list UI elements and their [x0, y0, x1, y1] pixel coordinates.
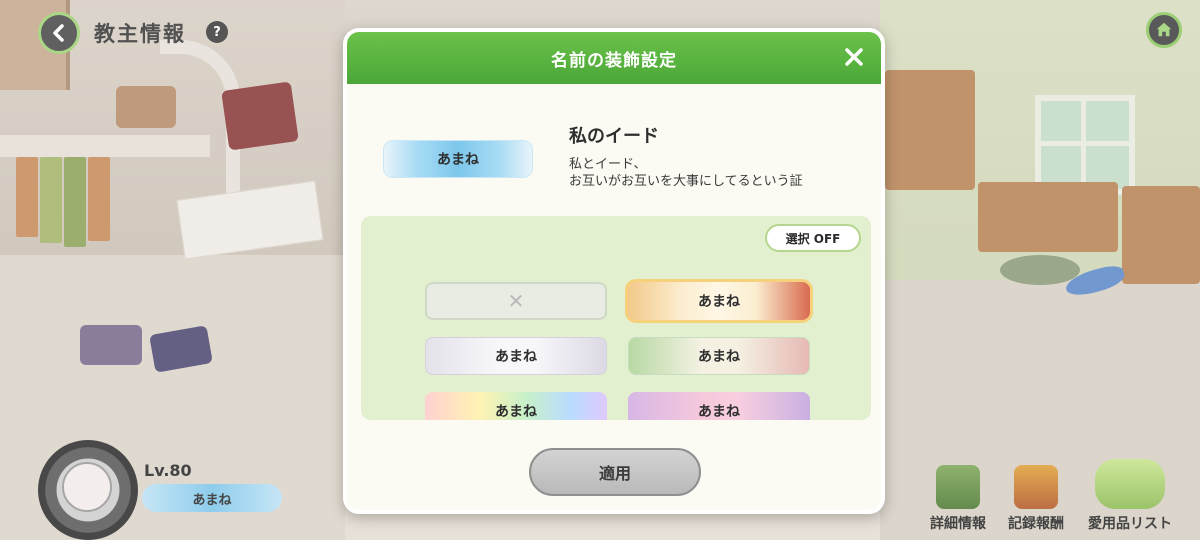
description-line: お互いがお互いを大事にしてるという証	[569, 174, 803, 189]
decoration-list: 選択 OFF ✕ あまね あまね あまね あまね あまね	[361, 216, 871, 420]
name-decoration-dialog: 名前の装飾設定 あまね 私のイード 私とイード、 お互いがお互いを大事にしてると…	[343, 28, 885, 514]
preview-name: あまね	[437, 152, 479, 168]
description-line: 私とイード、	[569, 157, 647, 172]
plate-option-name: あまね	[495, 404, 537, 420]
dialog-title: 名前の装飾設定	[551, 50, 677, 71]
plate-option[interactable]: あまね	[628, 282, 810, 320]
decoration-description: 私とイード、 お互いがお互いを大事にしてるという証	[569, 156, 869, 190]
plate-option-name: あまね	[495, 349, 537, 365]
decoration-name: 私のイード	[569, 126, 659, 147]
dialog-header: 名前の装飾設定	[347, 32, 881, 84]
preview-name-plate: あまね	[383, 140, 533, 178]
select-off-button[interactable]: 選択 OFF	[765, 224, 861, 252]
plate-option-name: あまね	[698, 404, 740, 420]
plate-option[interactable]: あまね	[425, 337, 607, 375]
close-icon	[845, 48, 863, 66]
plate-option[interactable]: あまね	[628, 337, 810, 375]
plate-none[interactable]: ✕	[425, 282, 607, 320]
plate-option[interactable]: あまね	[425, 392, 607, 420]
plate-option-name: あまね	[698, 349, 740, 365]
plate-option-name: あまね	[698, 294, 740, 310]
plate-option[interactable]: あまね	[628, 392, 810, 420]
close-button[interactable]	[841, 44, 867, 70]
apply-button[interactable]: 適用	[529, 448, 701, 496]
